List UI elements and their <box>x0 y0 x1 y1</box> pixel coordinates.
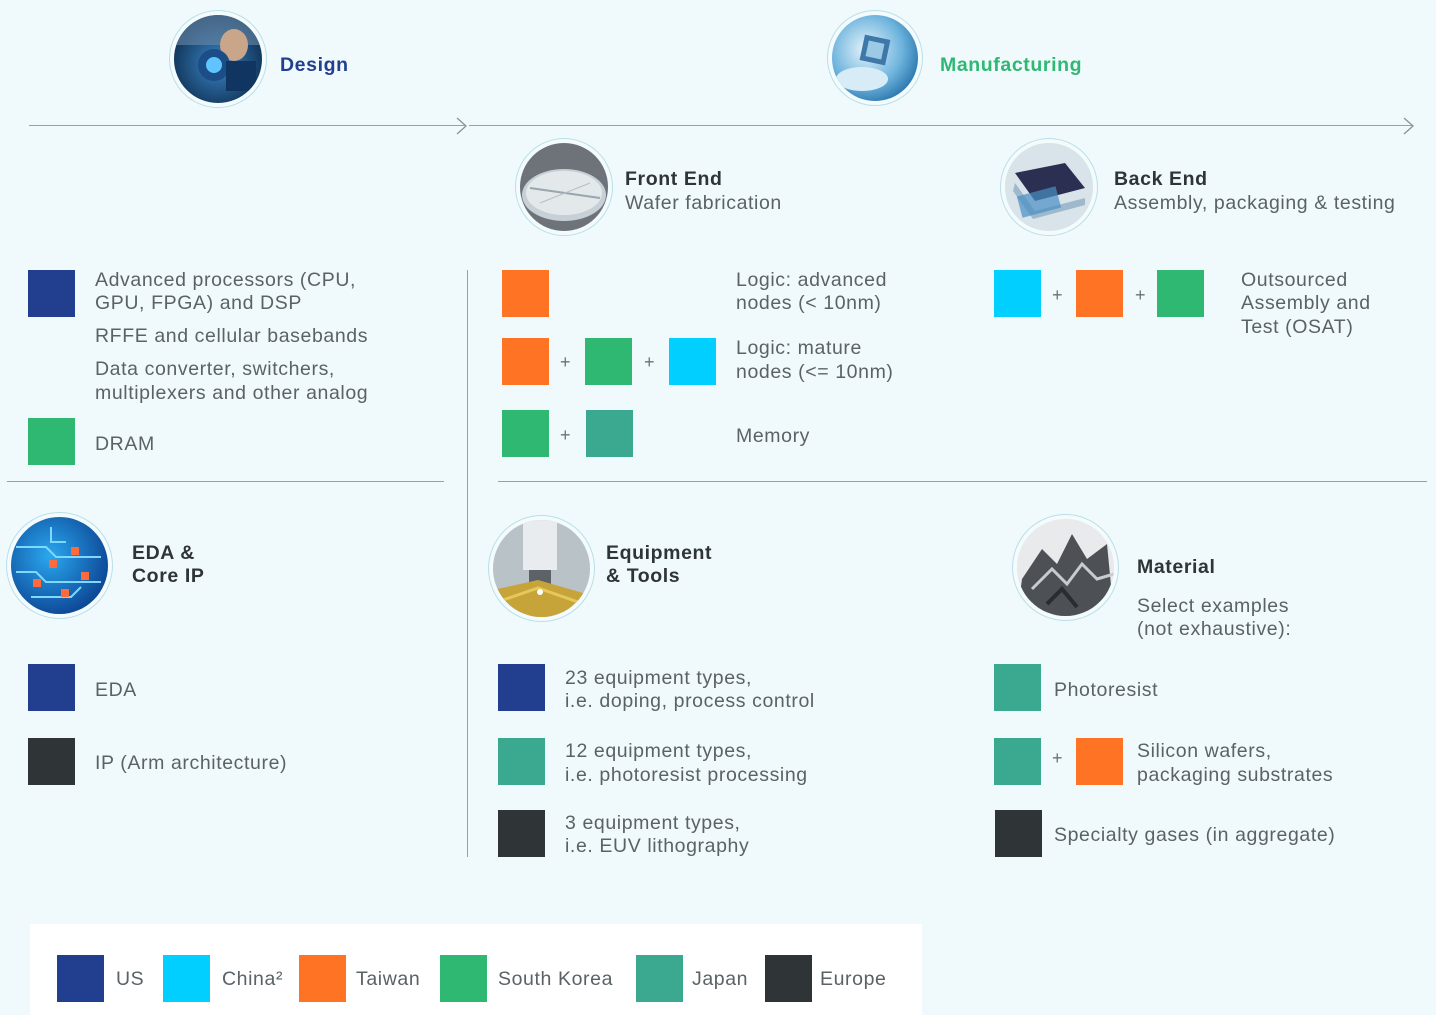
wafer-cassette-photo-icon <box>1005 143 1093 231</box>
memory-south-korea-swatch <box>502 410 549 457</box>
eda-title-line2: Core IP <box>132 565 205 587</box>
equipment-europe-text-line1: 3 equipment types, <box>565 812 741 834</box>
osat-text-line3: Test (OSAT) <box>1241 316 1354 338</box>
microscope-photo-icon <box>493 520 590 617</box>
eda-title-line1: EDA & <box>132 542 195 564</box>
manufacturing-arrow-head-icon <box>1403 117 1414 135</box>
osat-text-line2: Assembly and <box>1241 292 1371 314</box>
converters-text-line1: Data converter, switchers, <box>95 358 335 380</box>
logic-mature-text-line2: nodes (<= 10nm) <box>736 361 894 383</box>
wafers-taiwan-swatch <box>1076 738 1123 785</box>
legend-taiwan-swatch <box>299 955 346 1002</box>
equipment-japan-swatch <box>498 738 545 785</box>
legend-europe-swatch <box>765 955 812 1002</box>
legend-japan-label: Japan <box>692 968 749 990</box>
front-end-title: Front End <box>625 168 723 190</box>
osat-text-line1: Outsourced <box>1241 269 1348 291</box>
wafer-photo-icon <box>520 143 608 231</box>
legend-south-korea-swatch <box>440 955 487 1002</box>
plus-sign: + <box>560 425 571 445</box>
design-arrow-line <box>29 125 465 126</box>
logic-advanced-text-line1: Logic: advanced <box>736 269 888 291</box>
logic-mature-text-line1: Logic: mature <box>736 337 862 359</box>
plus-sign: + <box>560 352 571 372</box>
right-section-divider <box>498 481 1427 482</box>
legend: US China² Taiwan South Korea Japan Europ… <box>30 924 922 1015</box>
legend-us-swatch <box>57 955 104 1002</box>
legend-japan-swatch <box>636 955 683 1002</box>
back-end-subtitle: Assembly, packaging & testing <box>1114 192 1396 214</box>
eda-item-text: EDA <box>95 679 137 701</box>
front-end-subtitle: Wafer fabrication <box>625 192 782 214</box>
equipment-europe-text-line2: i.e. EUV lithography <box>565 835 750 857</box>
manufacturing-arrow-line <box>469 125 1413 126</box>
design-photo-icon <box>174 15 262 103</box>
legend-south-korea-label: South Korea <box>498 968 614 990</box>
gases-text: Specialty gases (in aggregate) <box>1054 824 1336 846</box>
legend-taiwan-label: Taiwan <box>356 968 421 990</box>
stage-manufacturing-label: Manufacturing <box>940 54 1083 76</box>
equipment-title-line2: & Tools <box>606 565 681 587</box>
logic-advanced-taiwan-swatch <box>502 270 549 317</box>
material-subtitle-line2: (not exhaustive): <box>1137 618 1292 640</box>
osat-china-swatch <box>994 270 1041 317</box>
gases-europe-swatch <box>995 810 1042 857</box>
stage-design-label: Design <box>280 54 349 76</box>
ip-europe-swatch <box>28 738 75 785</box>
ip-item-text: IP (Arm architecture) <box>95 752 288 774</box>
memory-text: Memory <box>736 425 811 447</box>
wafers-japan-swatch <box>994 738 1041 785</box>
manufacturing-photo-icon <box>832 15 918 101</box>
wafers-text-line1: Silicon wafers, <box>1137 740 1272 762</box>
converters-text-line2: multiplexers and other analog <box>95 382 369 404</box>
silicon-material-photo-icon <box>1017 519 1114 616</box>
eda-us-swatch <box>28 664 75 711</box>
legend-china-label: China² <box>222 968 284 990</box>
legend-china-swatch <box>163 955 210 1002</box>
logic-mature-south-korea-swatch <box>585 338 632 385</box>
legend-us-label: US <box>116 968 145 990</box>
plus-sign: + <box>644 352 655 372</box>
equipment-japan-text-line1: 12 equipment types, <box>565 740 753 762</box>
processors-text-line1: Advanced processors (CPU, <box>95 269 357 291</box>
wafers-text-line2: packaging substrates <box>1137 764 1334 786</box>
design-arrow-head-icon <box>456 117 467 135</box>
material-title: Material <box>1137 556 1216 578</box>
left-section-divider <box>7 481 444 482</box>
column-divider <box>467 270 468 857</box>
material-subtitle-line1: Select examples <box>1137 595 1290 617</box>
plus-sign: + <box>1052 748 1063 768</box>
dram-text: DRAM <box>95 433 155 455</box>
legend-europe-label: Europe <box>820 968 887 990</box>
logic-mature-taiwan-swatch <box>502 338 549 385</box>
circuit-board-photo-icon <box>11 517 108 614</box>
processors-text-line2: GPU, FPGA) and DSP <box>95 292 302 314</box>
equipment-us-swatch <box>498 664 545 711</box>
photoresist-japan-swatch <box>994 664 1041 711</box>
plus-sign: + <box>1052 285 1063 305</box>
back-end-title: Back End <box>1114 168 1208 190</box>
logic-mature-china-swatch <box>669 338 716 385</box>
osat-taiwan-swatch <box>1076 270 1123 317</box>
dram-south-korea-swatch <box>28 418 75 465</box>
equipment-us-text-line2: i.e. doping, process control <box>565 690 815 712</box>
equipment-title-line1: Equipment <box>606 542 713 564</box>
equipment-japan-text-line2: i.e. photoresist processing <box>565 764 808 786</box>
processors-us-swatch <box>28 270 75 317</box>
logic-advanced-text-line2: nodes (< 10nm) <box>736 292 882 314</box>
plus-sign: + <box>1135 285 1146 305</box>
memory-japan-swatch <box>586 410 633 457</box>
equipment-europe-swatch <box>498 810 545 857</box>
osat-south-korea-swatch <box>1157 270 1204 317</box>
equipment-us-text-line1: 23 equipment types, <box>565 667 753 689</box>
rffe-text: RFFE and cellular basebands <box>95 325 369 347</box>
photoresist-text: Photoresist <box>1054 679 1159 701</box>
